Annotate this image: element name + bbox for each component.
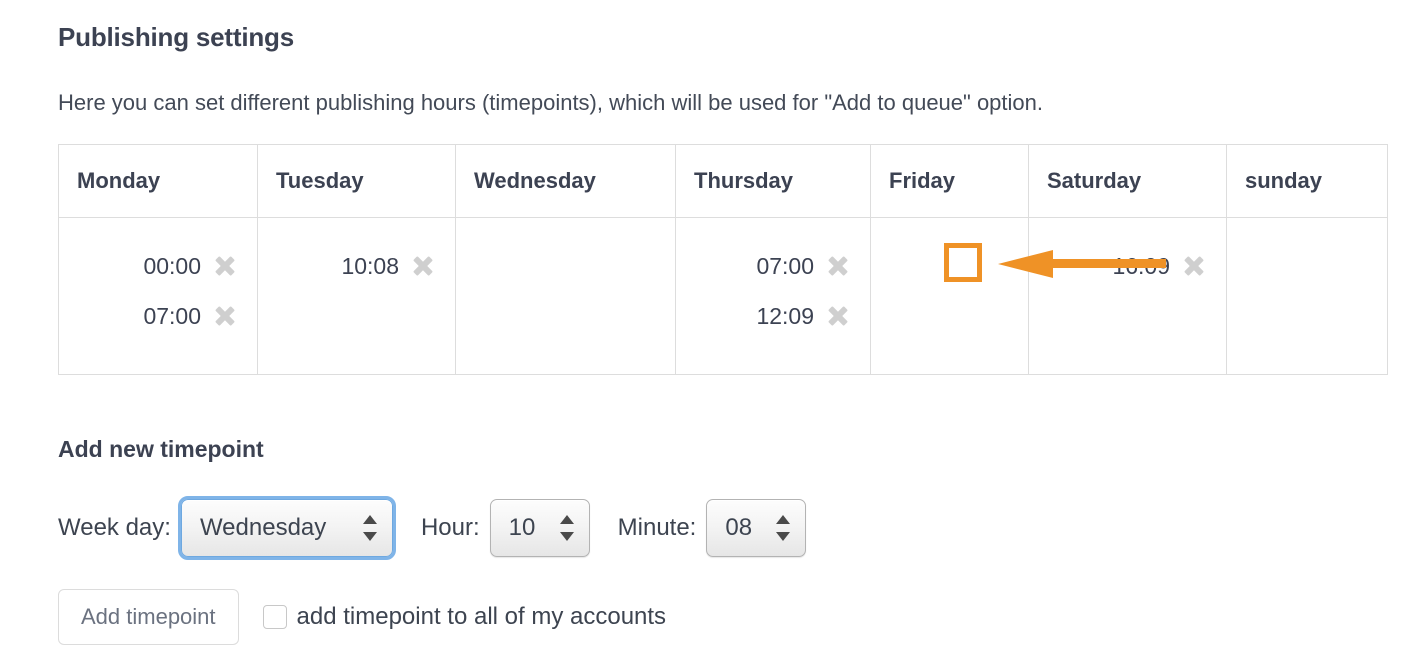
- cell-wednesday: [456, 218, 676, 375]
- column-header-tuesday: Tuesday: [258, 145, 456, 218]
- cell-thursday: 07:00 12:09: [676, 218, 871, 375]
- close-x-icon[interactable]: [211, 302, 239, 330]
- all-accounts-checkbox[interactable]: [263, 605, 287, 629]
- timepoint-value: 12:09: [756, 292, 814, 340]
- close-x-icon[interactable]: [211, 252, 239, 280]
- timepoint-value: 07:00: [143, 292, 201, 340]
- minute-select-value: 08: [725, 516, 752, 540]
- cell-friday: [871, 218, 1029, 375]
- close-x-icon[interactable]: [824, 252, 852, 280]
- timepoint-entry: 12:09: [694, 290, 852, 340]
- column-header-wednesday: Wednesday: [456, 145, 676, 218]
- page-description: Here you can set different publishing ho…: [58, 90, 1043, 116]
- hour-select-value: 10: [509, 516, 536, 540]
- chevron-updown-icon: [363, 514, 377, 542]
- timepoint-value: 07:00: [756, 242, 814, 290]
- table-row: 00:00 07:00 10:08 07:00: [59, 218, 1388, 375]
- chevron-updown-icon: [776, 514, 790, 542]
- cell-sunday: [1227, 218, 1388, 375]
- timepoint-value: 16:09: [1112, 242, 1170, 290]
- column-header-sunday: sunday: [1227, 145, 1388, 218]
- timepoint-entry: 10:08: [276, 240, 437, 290]
- column-header-thursday: Thursday: [676, 145, 871, 218]
- all-accounts-checkbox-group: add timepoint to all of my accounts: [263, 603, 667, 631]
- add-timepoint-actions: Add timepoint add timepoint to all of my…: [58, 588, 666, 646]
- add-timepoint-button[interactable]: Add timepoint: [58, 589, 239, 645]
- timepoint-entry: 16:09: [1047, 240, 1208, 290]
- timepoint-entry: 07:00: [77, 290, 239, 340]
- column-header-saturday: Saturday: [1029, 145, 1227, 218]
- cell-tuesday: 10:08: [258, 218, 456, 375]
- close-x-icon[interactable]: [409, 252, 437, 280]
- minute-select[interactable]: 08: [706, 499, 806, 557]
- timepoint-entry: 00:00: [77, 240, 239, 290]
- close-x-icon-highlighted[interactable]: [1180, 252, 1208, 280]
- cell-saturday: 16:09: [1029, 218, 1227, 375]
- column-header-monday: Monday: [59, 145, 258, 218]
- cell-monday: 00:00 07:00: [59, 218, 258, 375]
- timepoint-value: 10:08: [341, 242, 399, 290]
- chevron-updown-icon: [560, 514, 574, 542]
- add-timepoint-section-title: Add new timepoint: [58, 436, 264, 463]
- close-x-icon[interactable]: [824, 302, 852, 330]
- all-accounts-checkbox-label[interactable]: add timepoint to all of my accounts: [297, 603, 667, 631]
- weekday-select[interactable]: Wednesday: [181, 499, 393, 557]
- timepoint-value: 00:00: [143, 242, 201, 290]
- add-timepoint-form-row: Week day: Wednesday Hour: 10 Minute: 08: [58, 498, 806, 558]
- hour-label: Hour:: [421, 514, 480, 542]
- hour-select[interactable]: 10: [490, 499, 590, 557]
- timepoints-table: Monday Tuesday Wednesday Thursday Friday…: [58, 144, 1388, 375]
- minute-label: Minute:: [618, 514, 697, 542]
- weekday-select-value: Wednesday: [200, 516, 326, 540]
- page-title: Publishing settings: [58, 22, 294, 53]
- column-header-friday: Friday: [871, 145, 1029, 218]
- publishing-settings-page: Publishing settings Here you can set dif…: [0, 0, 1414, 672]
- table-header-row: Monday Tuesday Wednesday Thursday Friday…: [59, 145, 1388, 218]
- weekday-label: Week day:: [58, 514, 171, 542]
- timepoint-entry: 07:00: [694, 240, 852, 290]
